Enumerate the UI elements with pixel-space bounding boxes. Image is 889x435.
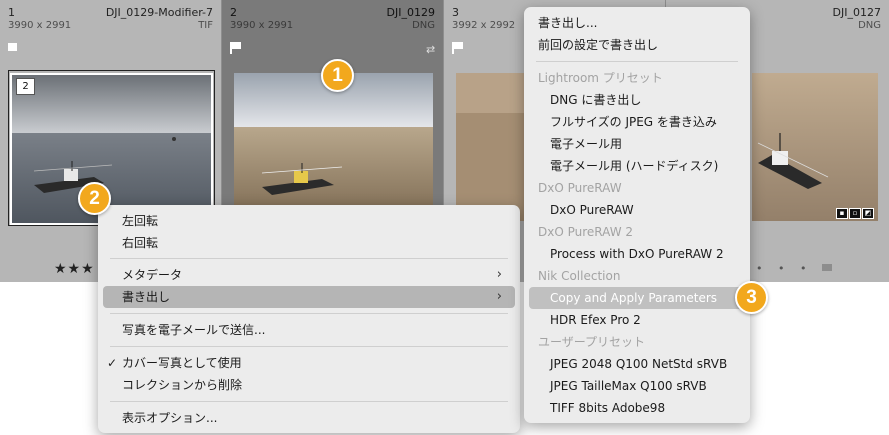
sync-icon[interactable]: ⇄ <box>426 43 435 56</box>
menu-item-rotate-left[interactable]: 左回転 <box>98 210 520 232</box>
cell-index: 2 <box>230 6 237 19</box>
cell-filetype: DNG <box>412 20 435 31</box>
menu-separator <box>110 346 508 347</box>
menu-item-metadata[interactable]: メタデータ › <box>98 264 520 286</box>
photo-thumbnail[interactable] <box>10 73 213 225</box>
menu-header-dxo-pureraw-2: DxO PureRAW 2 <box>538 225 634 239</box>
menu-item-process-dxo-pureraw-2[interactable]: Process with DxO PureRAW 2 <box>524 243 750 265</box>
menu-item-export-previous[interactable]: 前回の設定で書き出し <box>524 34 750 56</box>
photo-thumbnail[interactable] <box>234 73 433 221</box>
stack-count-badge[interactable]: 2 <box>16 78 35 95</box>
menu-item-dxo-pureraw[interactable]: DxO PureRAW <box>524 199 750 221</box>
cell-dimensions: 3990 x 2991 <box>8 20 72 31</box>
menu-item-remove-from-collection[interactable]: コレクションから削除 <box>98 374 520 396</box>
menu-separator <box>110 313 508 314</box>
menu-separator <box>110 401 508 402</box>
menu-header-nik-collection: Nik Collection <box>538 269 621 283</box>
menu-item-export[interactable]: 書き出し › <box>103 286 515 308</box>
callout-badge-1: 1 <box>321 59 354 92</box>
comment-badge-icon[interactable]: ▪ <box>836 208 848 219</box>
menu-item-email-photo[interactable]: 写真を電子メールで送信... <box>98 319 520 341</box>
export-submenu: 書き出し... 前回の設定で書き出し Lightroom プリセット DNG に… <box>524 7 750 423</box>
menu-item-export-dialog[interactable]: 書き出し... <box>524 12 750 34</box>
menu-item-label: メタデータ <box>122 268 183 282</box>
menu-item-for-email-hdd[interactable]: 電子メール用 (ハードディスク) <box>524 155 750 177</box>
context-menu: 左回転 右回転 メタデータ › 書き出し › 写真を電子メールで送信... ✓ … <box>98 205 520 433</box>
photo-badges: ▪ ▫ ◩ <box>836 208 874 219</box>
develop-badge-icon[interactable]: ◩ <box>862 208 874 219</box>
photo-thumbnail[interactable] <box>456 73 526 221</box>
cell-filename: DJI_0127 <box>832 6 881 19</box>
menu-header-lightroom-presets: Lightroom プリセット <box>538 71 663 85</box>
menu-separator <box>110 258 508 259</box>
cell-filename: DJI_0129 <box>386 6 435 19</box>
photo-thumbnail[interactable] <box>752 73 878 221</box>
menu-item-label: カバー写真として使用 <box>122 356 242 370</box>
flag-icon[interactable] <box>230 42 241 54</box>
callout-badge-3: 3 <box>735 281 768 314</box>
cell-filetype: DNG <box>858 20 881 31</box>
menu-header-user-presets: ユーザープリセット <box>538 335 646 349</box>
checkmark-icon: ✓ <box>107 356 118 370</box>
cell-dimensions: 3992 x 2992 <box>452 20 516 31</box>
menu-item-fullsize-jpeg[interactable]: フルサイズの JPEG を書き込み <box>524 111 750 133</box>
cell-index: 1 <box>8 6 15 19</box>
collection-badge-icon[interactable]: ▫ <box>849 208 861 219</box>
flag-icon[interactable] <box>8 43 17 51</box>
cell-filename: DJI_0129-Modifier-7 <box>105 6 213 19</box>
menu-header-dxo-pureraw: DxO PureRAW <box>538 181 622 195</box>
menu-item-hdr-efex-pro-2[interactable]: HDR Efex Pro 2 <box>524 309 750 331</box>
filmstrip-minibar <box>822 264 832 271</box>
menu-item-use-as-cover[interactable]: ✓ カバー写真として使用 <box>98 352 520 374</box>
menu-item-rotate-right[interactable]: 右回転 <box>98 232 520 254</box>
more-dots: • • • <box>756 262 813 275</box>
menu-item-jpeg-taillemax[interactable]: JPEG TailleMax Q100 sRVB <box>524 375 750 397</box>
menu-item-for-email[interactable]: 電子メール用 <box>524 133 750 155</box>
menu-item-export-dng[interactable]: DNG に書き出し <box>524 89 750 111</box>
menu-item-jpeg-2048[interactable]: JPEG 2048 Q100 NetStd sRVB <box>524 353 750 375</box>
flag-icon[interactable] <box>452 42 463 54</box>
cell-dimensions: 3990 x 2991 <box>230 20 294 31</box>
menu-separator <box>536 61 738 62</box>
cell-filetype: TIF <box>198 20 213 31</box>
chevron-right-icon: › <box>496 289 502 304</box>
menu-item-tiff-8bits[interactable]: TIFF 8bits Adobe98 <box>524 397 750 419</box>
callout-badge-2: 2 <box>78 182 111 215</box>
chevron-right-icon: › <box>496 267 502 282</box>
rating-stars[interactable]: ★★★ <box>54 261 95 277</box>
menu-item-view-options[interactable]: 表示オプション... <box>98 407 520 429</box>
cell-index: 3 <box>452 6 459 19</box>
menu-item-label: 書き出し <box>122 290 171 304</box>
menu-item-copy-apply-parameters[interactable]: Copy and Apply Parameters <box>529 287 745 309</box>
